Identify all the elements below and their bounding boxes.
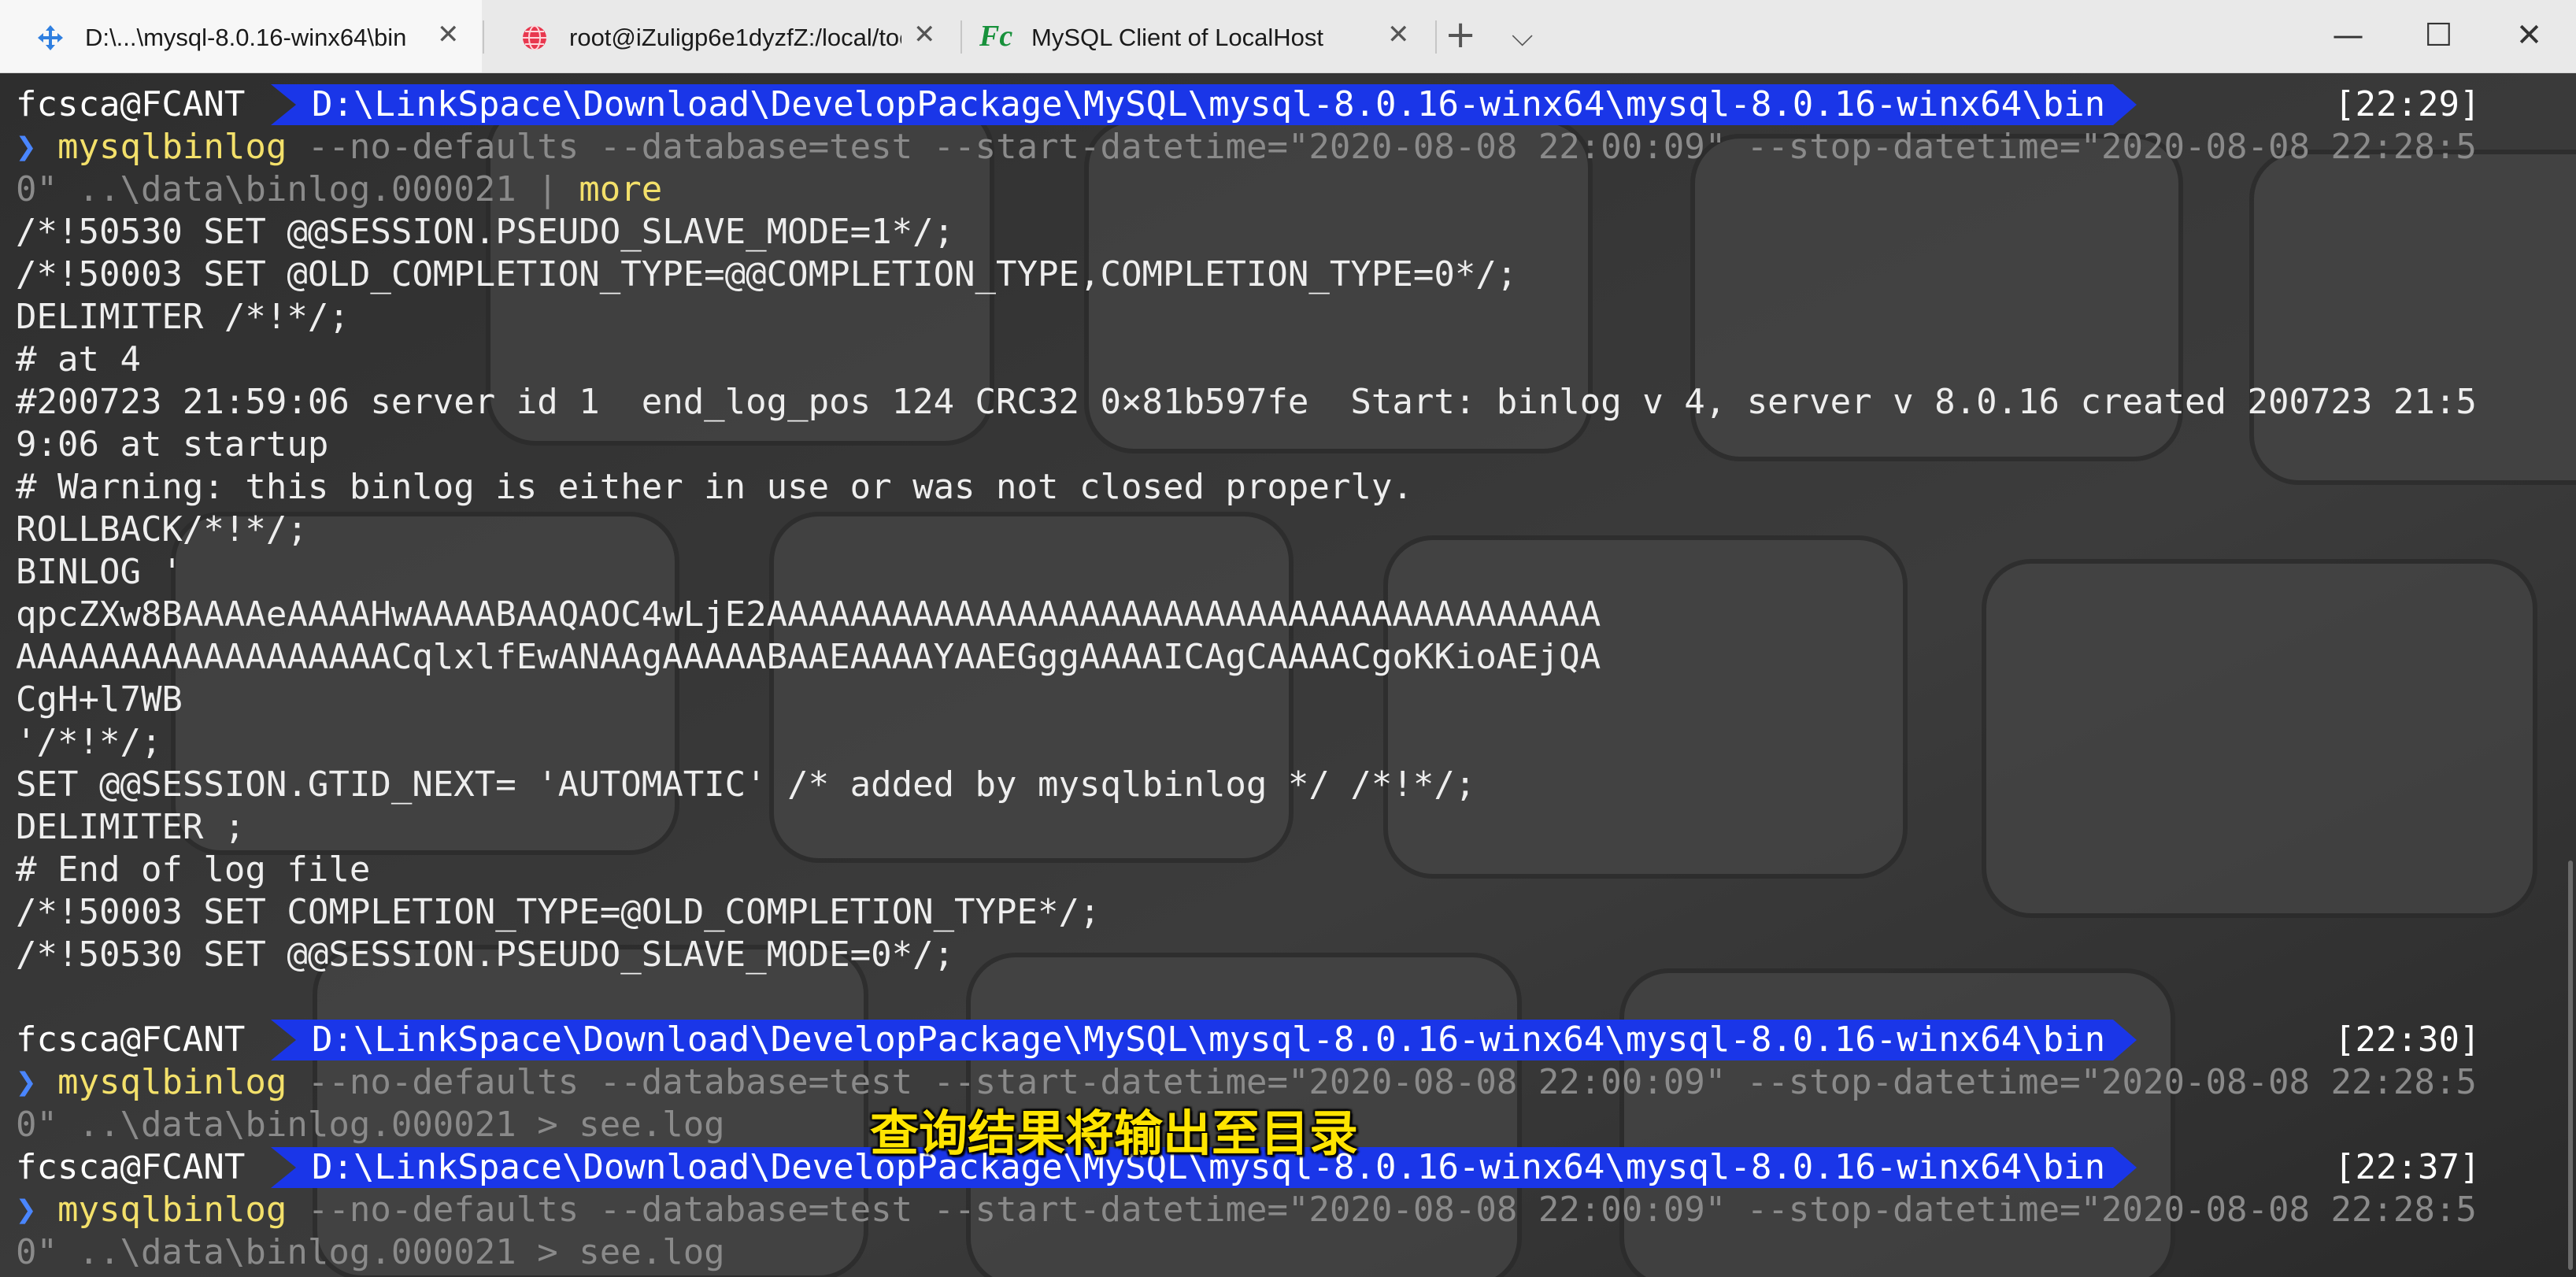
prompt-user: fcsca@FCANT: [16, 84, 246, 124]
output-line: ROLLBACK/*!*/;: [16, 509, 308, 550]
prompt-time: [22:37]: [2334, 1147, 2481, 1187]
output-line: 9:06 at startup: [16, 424, 329, 465]
tab-mysql-client[interactable]: Fc MySQL Client of LocalHost ✕: [962, 0, 1434, 72]
prompt-path: D:\LinkSpace\Download\DevelopPackage\MyS…: [271, 84, 2137, 125]
maximize-icon: ☐: [2424, 17, 2453, 54]
output-line: /*!50530 SET @@SESSION.PSEUDO_SLAVE_MODE…: [16, 935, 955, 975]
tab-divider: [1435, 20, 1437, 54]
command-pipe-more: more: [579, 169, 663, 209]
output-line: BINLOG ': [16, 552, 183, 592]
prompt-arrow-icon: ❯: [16, 1062, 37, 1102]
command-line-cont: 0" ..\data\binlog.000021 > see.log: [16, 1231, 725, 1274]
tab-label: MySQL Client of LocalHost: [1031, 24, 1324, 51]
chevron-down-icon[interactable]: ⌵: [1512, 20, 1533, 54]
terminal-pane[interactable]: fcsca@FCANT D:\LinkSpace\Download\Develo…: [0, 73, 2576, 1277]
output-line: '/*!*/;: [16, 722, 162, 762]
output-line: /*!50003 SET COMPLETION_TYPE=@OLD_COMPLE…: [16, 892, 1101, 932]
output-line: /*!50530 SET @@SESSION.PSEUDO_SLAVE_MODE…: [16, 212, 955, 252]
tab-ssh-remote[interactable]: root@iZuligp6e1dyzfZ:/local/too ✕: [484, 0, 960, 72]
prompt-arrow-icon: ❯: [16, 1190, 37, 1230]
minimize-button[interactable]: —: [2303, 0, 2393, 72]
command-args-cont: 0" ..\data\binlog.000021 |: [16, 169, 579, 209]
command-program: mysqlbinlog: [57, 1190, 287, 1230]
output-line: DELIMITER /*!*/;: [16, 297, 350, 337]
caption-overlay: 查询结果将输出至目录: [870, 1105, 1359, 1162]
command-line-cont: 0" ..\data\binlog.000021 | more: [16, 168, 662, 211]
globe-icon: [523, 25, 546, 50]
output-line: SET @@SESSION.GTID_NEXT= 'AUTOMATIC' /* …: [16, 764, 1476, 805]
output-line: # End of log file: [16, 849, 371, 890]
tab-label: D:\...\mysql-8.0.16-winx64\bin: [85, 24, 407, 51]
prompt-arrow-icon: ❯: [16, 127, 37, 167]
close-window-button[interactable]: ✕: [2484, 0, 2574, 72]
maximize-button[interactable]: ☐: [2393, 0, 2484, 72]
command-args-cont: 0" ..\data\binlog.000021 > see.log: [16, 1105, 725, 1145]
command-program: mysqlbinlog: [57, 127, 287, 167]
command-args: --no-defaults --database=test --start-da…: [287, 1190, 2477, 1230]
output-line: # at 4: [16, 339, 141, 379]
prompt-user: fcsca@FCANT: [16, 1020, 246, 1060]
prompt-user: fcsca@FCANT: [16, 1147, 246, 1187]
command-line: ❯ mysqlbinlog --no-defaults --database=t…: [16, 1189, 2477, 1231]
tab-close-icon[interactable]: ✕: [1387, 19, 1410, 50]
output-line: #200723 21:59:06 server id 1 end_log_pos…: [16, 382, 2477, 422]
command-args: --no-defaults --database=test --start-da…: [287, 1062, 2477, 1102]
command-line: ❯ mysqlbinlog --no-defaults --database=t…: [16, 126, 2477, 168]
tab-close-icon[interactable]: ✕: [437, 19, 460, 50]
tab-bar: D:\...\mysql-8.0.16-winx64\bin ✕ root@iZ…: [0, 0, 2576, 73]
output-line: qpcZXw8BAAAAeAAAAHwAAAABAAQAOC4wLjE2AAAA…: [16, 594, 1601, 635]
prompt-path: D:\LinkSpace\Download\DevelopPackage\MyS…: [271, 1020, 2137, 1060]
command-args: --no-defaults --database=test --start-da…: [287, 127, 2477, 167]
tab-label: root@iZuligp6e1dyzfZ:/local/too: [569, 24, 901, 51]
output-line: /*!50003 SET @OLD_COMPLETION_TYPE=@@COMP…: [16, 254, 1518, 294]
arrows-move-icon: [38, 25, 63, 50]
command-line-cont: 0" ..\data\binlog.000021 > see.log: [16, 1104, 725, 1146]
scrollbar[interactable]: [2568, 861, 2573, 1270]
output-line: AAAAAAAAAAAAAAAAAACqlxlfEwANAAgAAAAABAAE…: [16, 637, 1601, 677]
prompt-time: [22:30]: [2334, 1020, 2481, 1060]
output-line: # Warning: this binlog is either in use …: [16, 467, 1413, 507]
command-program: mysqlbinlog: [57, 1062, 287, 1102]
prompt-time: [22:29]: [2334, 84, 2481, 124]
fc-icon: Fc: [979, 20, 1013, 53]
tab-mysql-bin[interactable]: D:\...\mysql-8.0.16-winx64\bin ✕: [0, 0, 482, 72]
close-icon: ✕: [2515, 17, 2543, 54]
minimize-icon: —: [2332, 17, 2364, 54]
tab-close-icon[interactable]: ✕: [913, 19, 936, 50]
output-line: CgH+l7WB: [16, 679, 183, 720]
command-args-cont: 0" ..\data\binlog.000021 > see.log: [16, 1232, 725, 1272]
output-line: DELIMITER ;: [16, 807, 246, 847]
new-tab-button[interactable]: +: [1445, 13, 1476, 57]
